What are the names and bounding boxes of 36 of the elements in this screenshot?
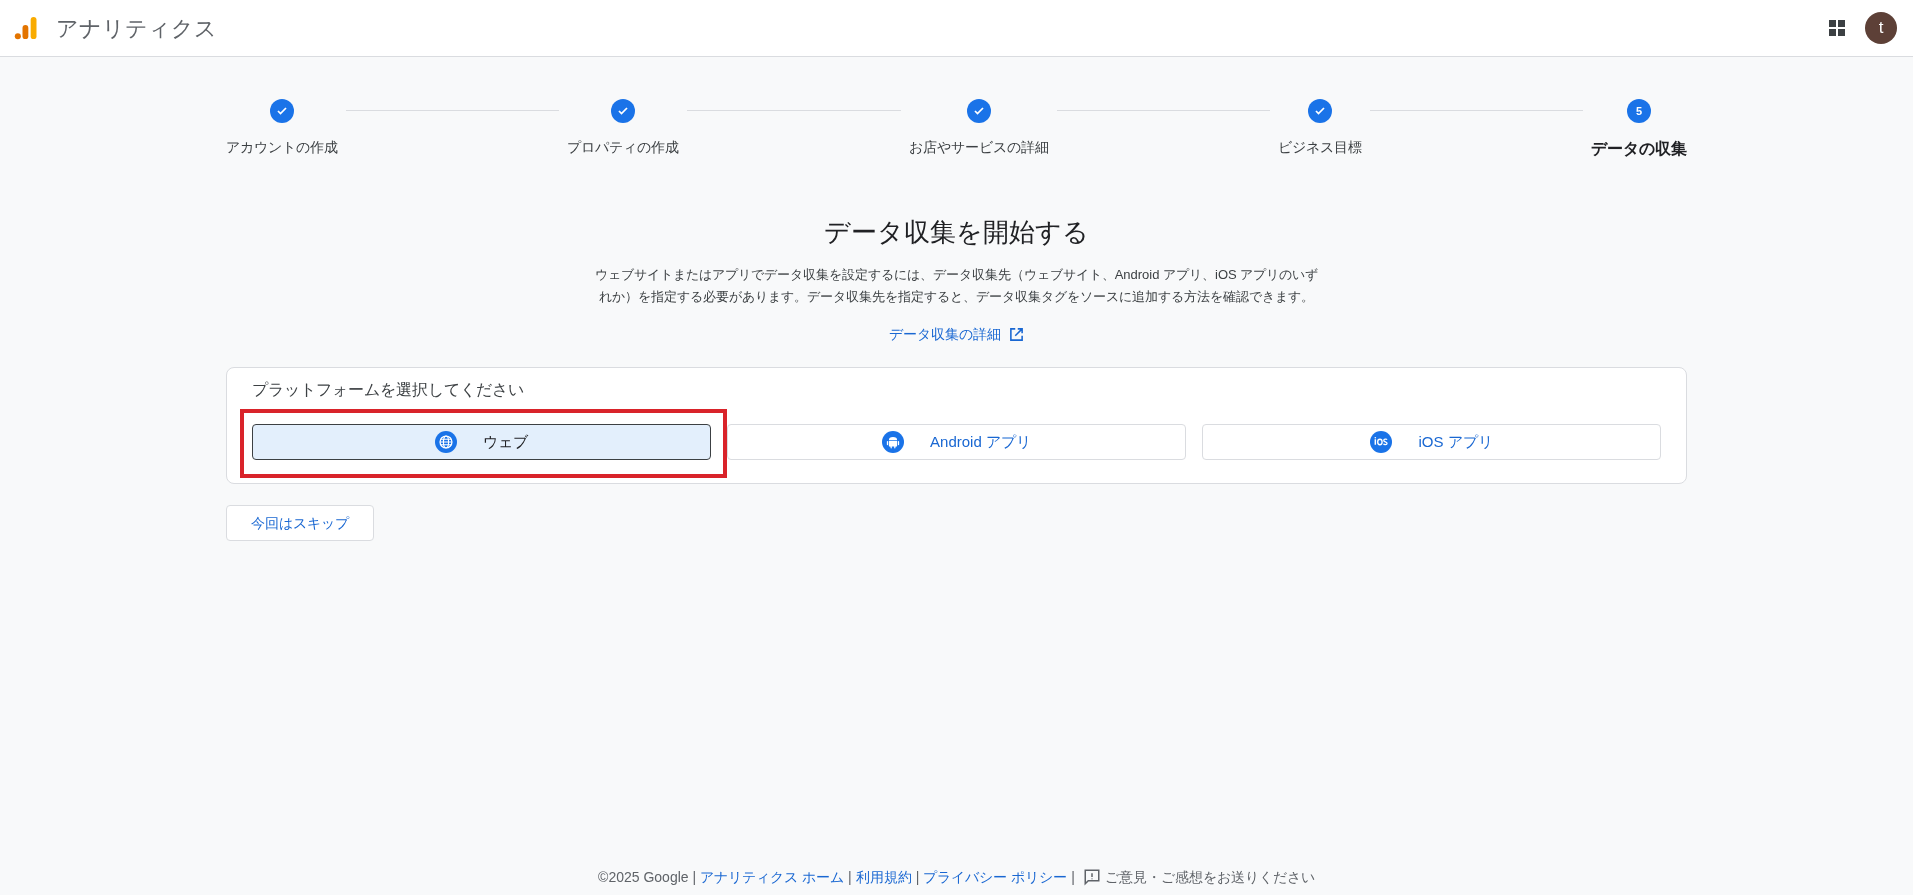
feedback-link[interactable]: ご意見・ご感想をお送りください <box>1082 866 1315 888</box>
apps-grid-icon <box>1828 19 1846 37</box>
separator: | <box>848 867 852 887</box>
check-icon <box>972 105 985 117</box>
platform-prompt: プラットフォームを選択してください <box>252 380 525 400</box>
footer-link[interactable]: プライバシー ポリシー <box>923 866 1068 888</box>
check-icon <box>276 105 288 117</box>
separator: | <box>1071 867 1075 887</box>
platform-option[interactable]: iOS アプリ <box>1202 424 1661 460</box>
app-title: アナリティクス <box>56 14 217 43</box>
separator: | <box>692 867 697 887</box>
step-label: データの収集 <box>1591 139 1687 159</box>
phone-icon <box>1370 431 1393 453</box>
step-label: ビジネス目標 <box>1277 138 1362 157</box>
copyright-text: ©2025 Google <box>598 867 689 887</box>
feedback-icon <box>1082 868 1101 886</box>
check-icon <box>617 105 630 117</box>
step-label: お店やサービスの詳細 <box>908 138 1049 157</box>
analytics-logo-icon <box>12 14 40 42</box>
check-icon <box>1313 105 1326 117</box>
page-heading: データ収集を開始する <box>823 216 1090 249</box>
step-label: アカウントの作成 <box>226 138 338 157</box>
footer-link[interactable]: 利用規約 <box>855 866 912 888</box>
learn-more-link[interactable]: データ収集の詳細 <box>889 324 1024 345</box>
step-label: プロパティの作成 <box>567 138 680 157</box>
globe-icon <box>435 431 457 453</box>
platform-option[interactable]: Android アプリ <box>727 424 1186 460</box>
step-number-marker: 5 <box>1627 99 1651 123</box>
skip-button[interactable]: 今回はスキップ <box>226 505 374 541</box>
android-icon <box>882 431 905 453</box>
footer-link[interactable]: アナリティクス ホーム <box>700 866 845 888</box>
account-avatar[interactable]: t <box>1865 12 1897 44</box>
external-link-icon <box>1009 327 1024 342</box>
description-text: ウェブサイトまたはアプリでデータ収集を設定するには、データ収集先（ウェブサイト、Android アプリ、iOS アプリのいずれか）を指定する必要があります。データ収集先を指定すると、データ収集タグをソースに追加する方法を確認できます。 <box>593 266 1320 306</box>
platform-option[interactable]: ウェブ <box>252 424 711 460</box>
separator: | <box>915 867 920 887</box>
